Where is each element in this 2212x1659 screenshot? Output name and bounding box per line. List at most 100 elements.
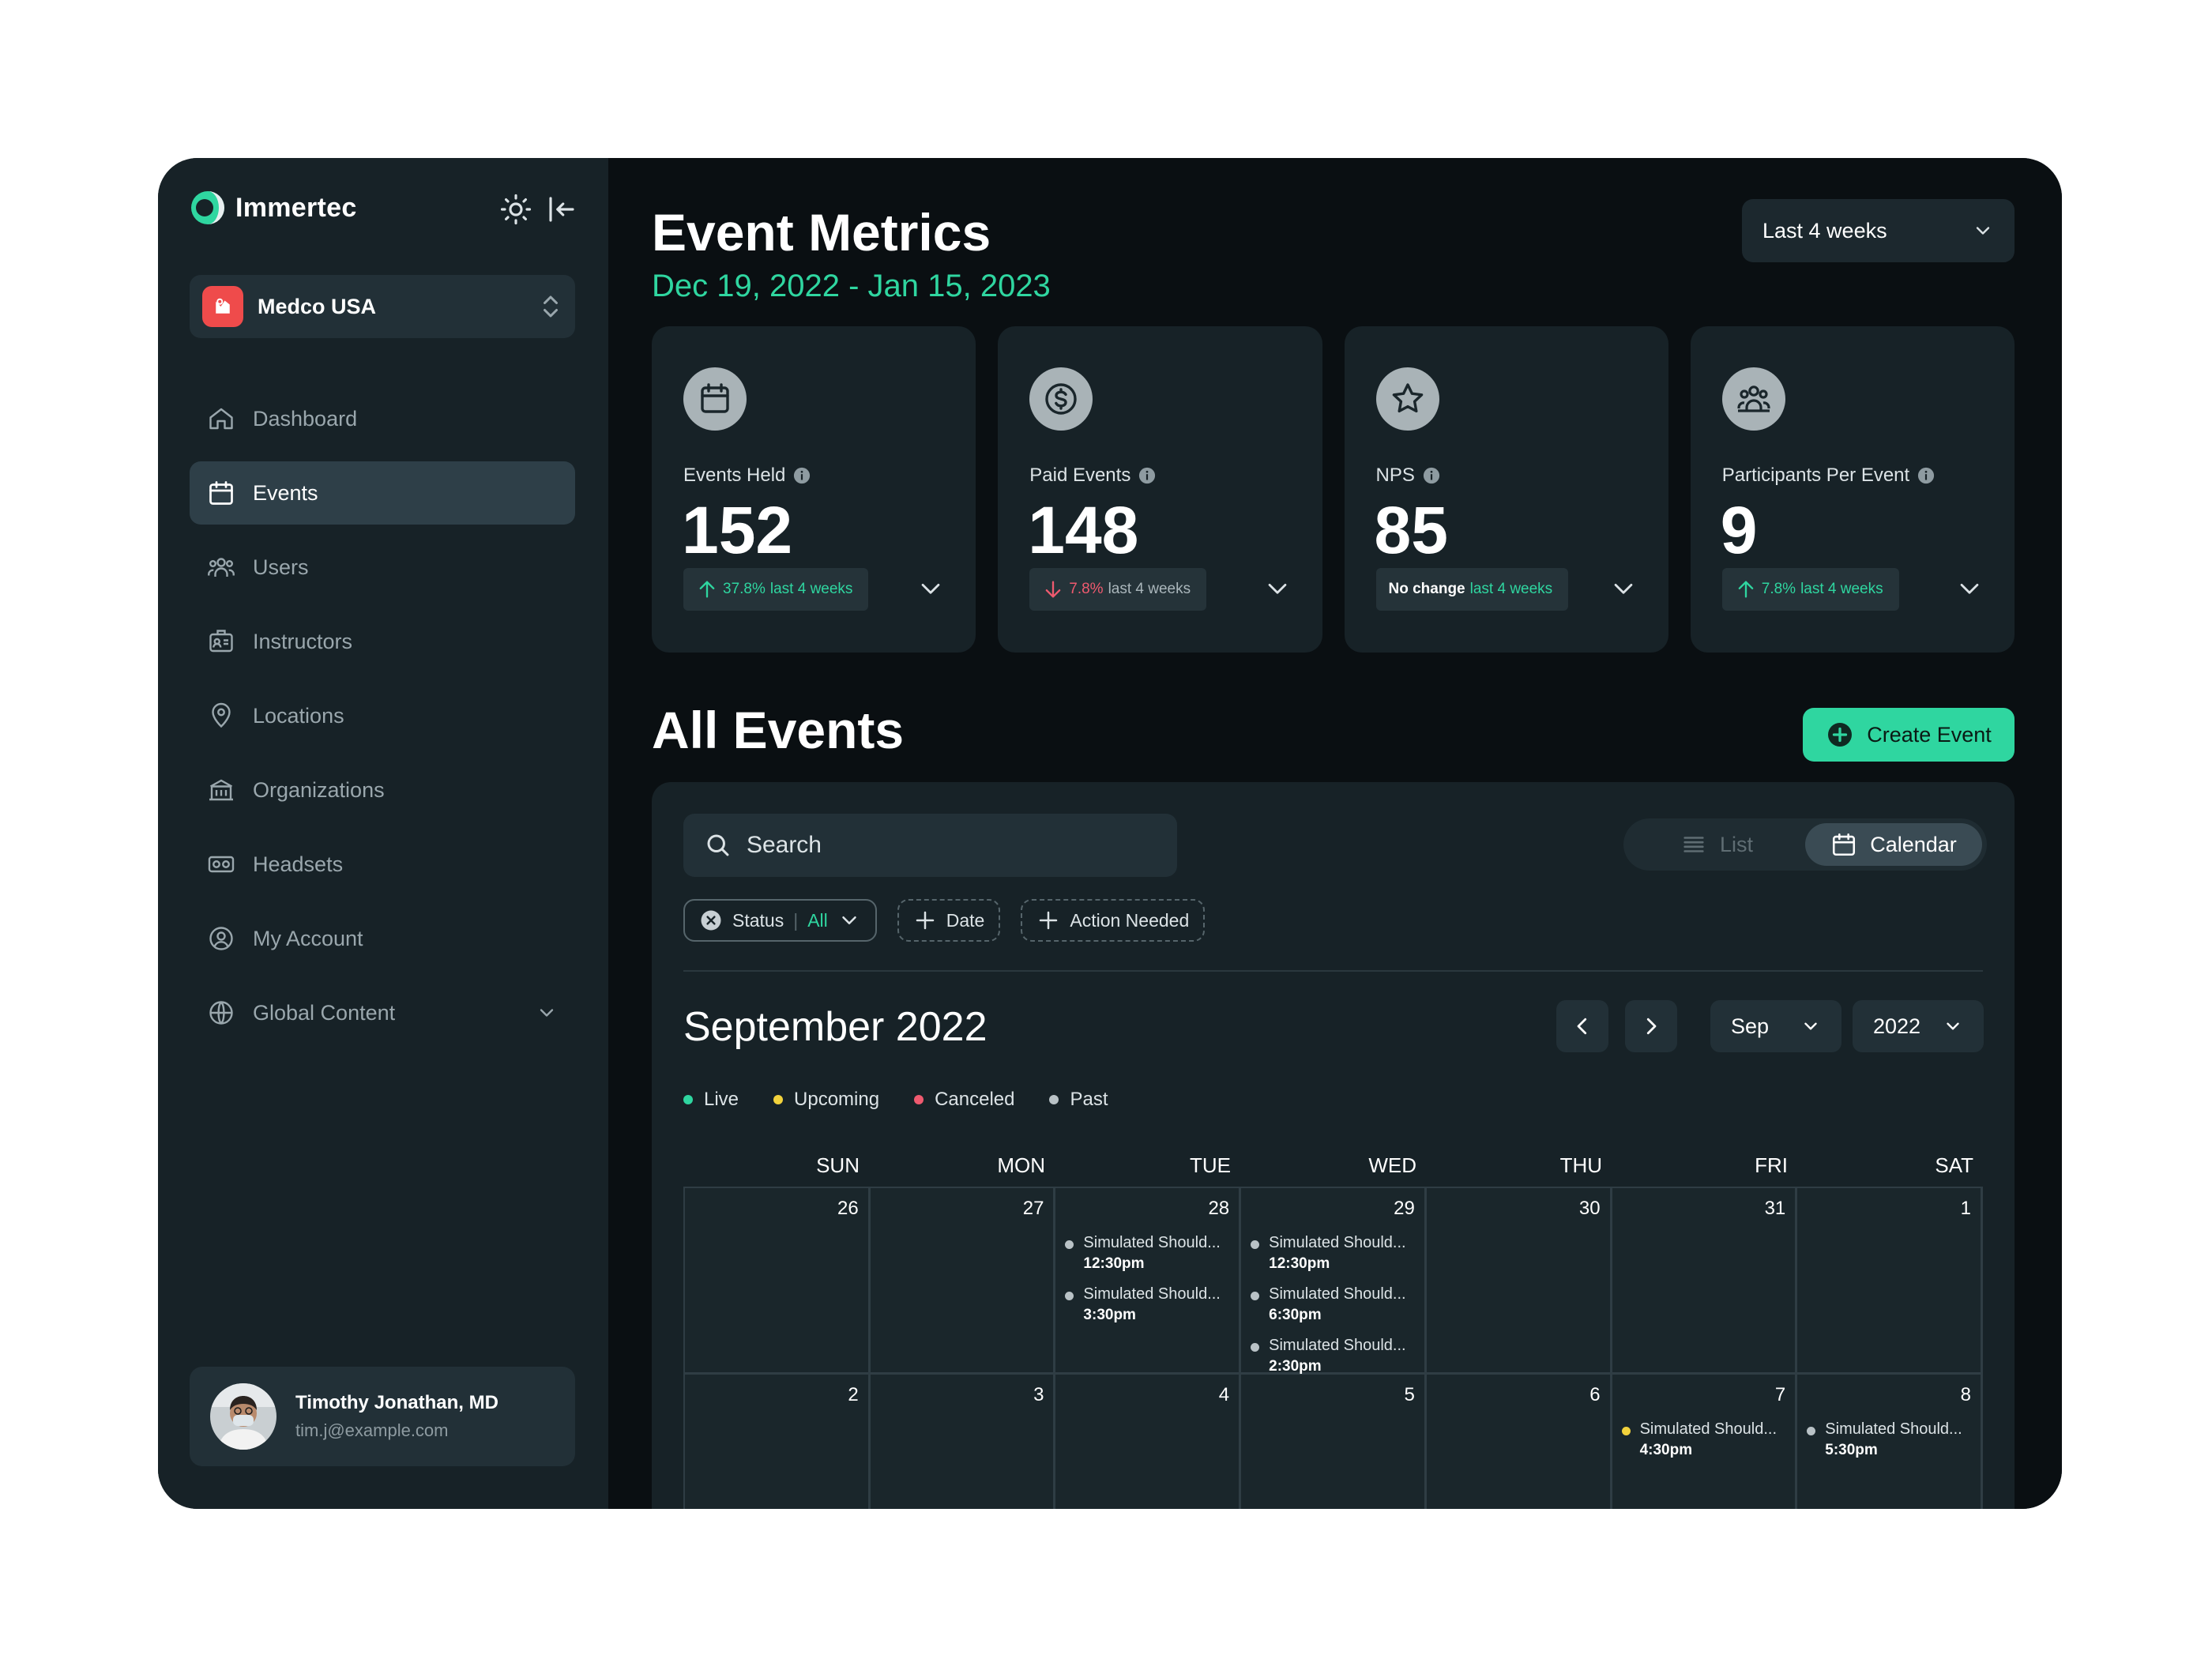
sidebar-item-instructors[interactable]: Instructors [190, 610, 575, 673]
list-view-label: List [1719, 832, 1754, 856]
event-title: Simulated Should... [1639, 1420, 1777, 1438]
metric-label-text: Paid Events [1029, 465, 1131, 486]
organization-switcher[interactable]: Medco USA [190, 275, 575, 338]
chevron-down-icon [1804, 1022, 1817, 1030]
org-logo [202, 286, 243, 327]
metric-card-participants: Participants Per Event 9 7.8% last 4 wee… [1690, 326, 2014, 653]
user-profile-card[interactable]: Timothy Jonathan, MD tim.j@example.com [190, 1367, 575, 1466]
period-select-value: Last 4 weeks [1762, 218, 1887, 243]
chevron-down-icon[interactable] [1264, 576, 1291, 603]
event-text: Simulated Should... 2:30pm [1269, 1337, 1405, 1375]
brand[interactable]: Immertec [190, 190, 357, 226]
sun-icon[interactable] [499, 193, 532, 226]
plus-icon [916, 911, 935, 930]
calendar-day-number: 3 [1033, 1384, 1044, 1405]
year-select[interactable]: 2022 [1853, 1000, 1984, 1052]
calendar-day-cell[interactable]: 30 [1426, 1188, 1612, 1375]
sidebar-item-label: Locations [253, 703, 344, 728]
search-box[interactable] [683, 814, 1177, 877]
collapse-sidebar-icon[interactable] [545, 193, 578, 226]
calendar-view-button[interactable]: Calendar [1805, 823, 1982, 866]
calendar-day-cell[interactable]: 28 Simulated Should... 12:30pm Simulated Sh… [1055, 1188, 1242, 1375]
calendar-day-cell[interactable]: 7 Simulated Should... 4:30pm [1612, 1375, 1798, 1509]
metric-label: Participants Per Event [1722, 465, 1935, 487]
sidebar-item-label: Events [253, 480, 318, 505]
month-select[interactable]: Sep [1710, 1000, 1841, 1052]
calendar-day-number: 8 [1960, 1384, 1971, 1405]
calendar-day-number: 7 [1774, 1384, 1786, 1405]
sidebar-item-headsets[interactable]: Headsets [190, 833, 575, 896]
period-select[interactable]: Last 4 weeks [1742, 199, 2014, 262]
calendar-day-number: 28 [1208, 1198, 1230, 1219]
action-needed-filter-label: Action Needed [1070, 909, 1190, 931]
create-event-button[interactable]: Create Event [1803, 708, 2014, 762]
sidebar-item-events[interactable]: Events [190, 461, 575, 525]
user-email: tim.j@example.com [295, 1420, 449, 1440]
chevron-down-icon[interactable] [536, 1002, 558, 1024]
previous-month-button[interactable] [1556, 1000, 1608, 1052]
event-status-dot [1807, 1427, 1816, 1435]
calendar-day-cell[interactable]: 5 [1241, 1375, 1427, 1509]
list-view-button[interactable]: List [1628, 823, 1805, 866]
info-icon[interactable] [1138, 467, 1156, 484]
chevron-right-icon [1646, 1018, 1657, 1035]
star-icon [1392, 383, 1423, 413]
clear-filter-icon[interactable] [699, 908, 723, 932]
event-text: Simulated Should... 6:30pm [1269, 1285, 1405, 1324]
metric-card-paid-events: Paid Events 148 7.8% last 4 weeks [998, 326, 1322, 653]
plus-circle-icon [1828, 723, 1853, 747]
metric-value: 152 [682, 493, 793, 567]
calendar-event[interactable]: Simulated Should... 5:30pm [1807, 1420, 1971, 1459]
calendar-day-cell[interactable]: 2 [685, 1375, 871, 1509]
info-icon[interactable] [793, 467, 811, 484]
next-month-button[interactable] [1625, 1000, 1677, 1052]
event-time: 6:30pm [1269, 1307, 1322, 1323]
filter-bar: Status | All Date Action Needed [683, 899, 1206, 942]
dollar-icon [1045, 383, 1077, 415]
calendar-day-cell[interactable]: 26 [685, 1188, 871, 1375]
event-status-dot [1065, 1240, 1074, 1249]
calendar-day-cell[interactable]: 6 [1426, 1375, 1612, 1509]
vr-headset-icon [208, 856, 235, 873]
chevron-down-icon[interactable] [917, 576, 944, 603]
sidebar-item-users[interactable]: Users [190, 536, 575, 599]
calendar-event[interactable]: Simulated Should... 12:30pm [1251, 1234, 1415, 1273]
calendar-day-cell[interactable]: 8 Simulated Should... 5:30pm [1797, 1375, 1983, 1509]
sidebar-item-global-content[interactable]: Global Content [190, 981, 575, 1044]
calendar-event[interactable]: Simulated Should... 12:30pm [1065, 1234, 1229, 1273]
calendar-event[interactable]: Simulated Should... 4:30pm [1621, 1420, 1786, 1459]
metric-card-nps: NPS 85 No change last 4 weeks [1344, 326, 1668, 653]
home-icon [209, 408, 233, 430]
arrow-down-icon [1045, 581, 1061, 598]
calendar-day-cell[interactable]: 27 [870, 1188, 1056, 1375]
event-time: 2:30pm [1269, 1358, 1322, 1375]
status-filter-chip[interactable]: Status | All [683, 899, 877, 942]
search-input[interactable] [746, 832, 1157, 859]
calendar-event[interactable]: Simulated Should... 6:30pm [1251, 1285, 1415, 1324]
sidebar-item-dashboard[interactable]: Dashboard [190, 387, 575, 450]
group-icon [1737, 386, 1770, 412]
event-status-dot [1251, 1343, 1260, 1352]
sidebar-item-my-account[interactable]: My Account [190, 907, 575, 970]
info-icon[interactable] [1917, 467, 1935, 484]
legend-item: Live [683, 1089, 739, 1111]
metric-change-badge: 7.8% last 4 weeks [1029, 568, 1207, 611]
action-needed-filter-chip[interactable]: Action Needed [1021, 899, 1206, 942]
calendar-day-cell[interactable]: 29 Simulated Should... 12:30pm Simulated Sh… [1241, 1188, 1427, 1375]
calendar-day-cell[interactable]: 1 [1797, 1188, 1983, 1375]
calendar-day-cell[interactable]: 31 [1612, 1188, 1798, 1375]
event-text: Simulated Should... 3:30pm [1083, 1285, 1220, 1324]
event-title: Simulated Should... [1269, 1285, 1406, 1303]
sidebar-item-organizations[interactable]: Organizations [190, 758, 575, 822]
calendar-event[interactable]: Simulated Should... 3:30pm [1065, 1285, 1229, 1324]
sidebar-item-locations[interactable]: Locations [190, 684, 575, 747]
calendar-day-cell[interactable]: 3 [870, 1375, 1056, 1509]
calendar-event[interactable]: Simulated Should... 2:30pm [1251, 1337, 1415, 1375]
metric-icon [1721, 367, 1785, 431]
chevron-down-icon[interactable] [1610, 576, 1637, 603]
calendar-month-title: September 2022 [683, 1004, 988, 1050]
calendar-day-cell[interactable]: 4 [1055, 1375, 1242, 1509]
date-filter-chip[interactable]: Date [897, 899, 1001, 942]
info-icon[interactable] [1423, 467, 1440, 484]
chevron-down-icon[interactable] [1956, 576, 1983, 603]
